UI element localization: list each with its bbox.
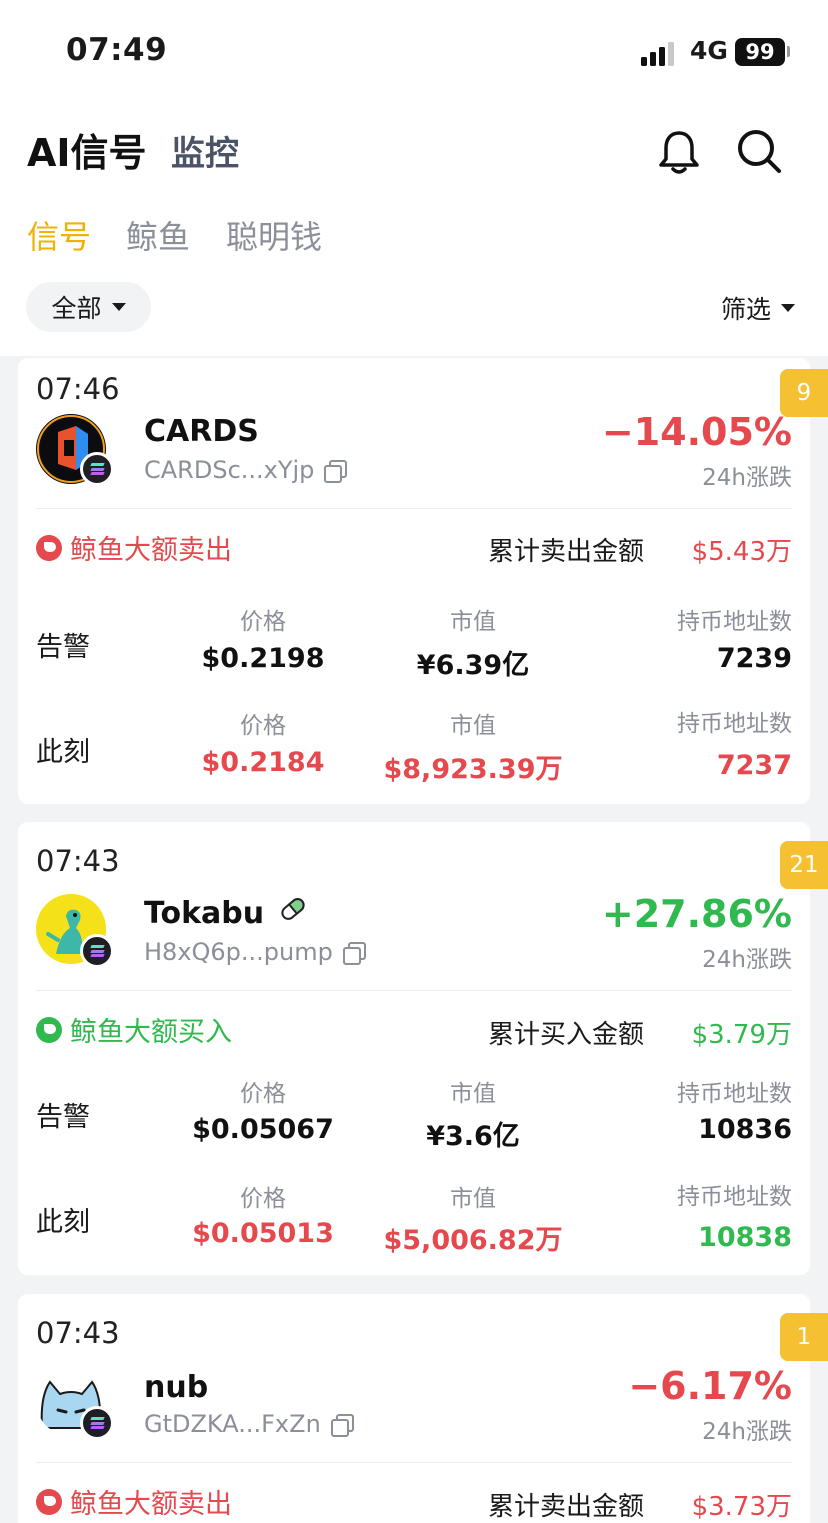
sum-label: 累计卖出金额 xyxy=(488,537,645,567)
category-dropdown-label: 全部 xyxy=(51,294,102,323)
token-address-text: H8xQ6p...pump xyxy=(144,938,333,966)
divider xyxy=(36,990,792,991)
battery-icon: 99 xyxy=(735,38,785,66)
category-dropdown[interactable]: 全部 xyxy=(26,282,151,332)
price-change-label: 24h涨跌 xyxy=(702,1419,792,1445)
now-holders: 7237 xyxy=(716,750,792,781)
whale-icon xyxy=(36,1016,62,1043)
network-label: 4G xyxy=(690,36,728,65)
status-time: 07:49 xyxy=(66,32,168,68)
caret-down-icon xyxy=(781,304,796,312)
token-address-text: CARDSc...xYjp xyxy=(144,456,315,484)
whale-icon xyxy=(36,534,62,561)
whale-action: 鲸鱼大额卖出 xyxy=(36,1482,232,1521)
signal-icon xyxy=(641,40,679,66)
alert-holders: 10836 xyxy=(698,1114,792,1145)
price-header: 价格 xyxy=(240,609,286,635)
sum-label: 累计买入金额 xyxy=(488,1020,645,1050)
signal-card[interactable]: 07:46 CARDS CARDSc...xYjp −14.05% 24h涨跌 … xyxy=(18,358,810,804)
sum-value: $5.43万 xyxy=(691,537,792,567)
signal-count-badge: 1 xyxy=(780,1313,828,1361)
tab-monitor[interactable]: 监控 xyxy=(171,126,239,175)
whale-action: 鲸鱼大额买入 xyxy=(36,1010,232,1049)
token-name: Tokabu xyxy=(144,894,308,932)
tab-ai-signal[interactable]: AI信号 xyxy=(27,122,147,177)
token-address: CARDSc...xYjp xyxy=(144,456,348,484)
caret-down-icon xyxy=(111,303,126,311)
divider xyxy=(36,508,792,509)
alert-row-label: 告警 xyxy=(36,1102,90,1133)
signal-time: 07:46 xyxy=(36,372,120,406)
mcap-header: 市值 xyxy=(450,1186,496,1212)
now-price: $0.05013 xyxy=(192,1218,334,1249)
now-price: $0.2184 xyxy=(201,747,325,778)
token-name-text: Tokabu xyxy=(144,895,265,931)
signal-card[interactable]: 07:43 nub GtDZKA...FxZn −6.17% 24h涨跌 鲸鱼大… xyxy=(18,1294,810,1523)
whale-action-text: 鲸鱼大额卖出 xyxy=(70,1489,232,1520)
price-header: 价格 xyxy=(240,1186,286,1212)
price-header: 价格 xyxy=(240,1081,286,1107)
whale-action: 鲸鱼大额卖出 xyxy=(36,528,232,567)
whale-icon xyxy=(36,1488,62,1515)
sum-value: $3.79万 xyxy=(691,1020,792,1050)
alert-price: $0.2198 xyxy=(201,643,325,674)
whale-action-text: 鲸鱼大额卖出 xyxy=(70,535,232,566)
token-name-text: nub xyxy=(144,1370,209,1405)
holders-header: 持币地址数 xyxy=(677,609,792,635)
holders-header: 持币地址数 xyxy=(677,711,792,737)
pill-icon xyxy=(278,894,308,932)
token-address: GtDZKA...FxZn xyxy=(144,1410,354,1438)
sum-label: 累计卖出金额 xyxy=(488,1492,645,1522)
divider xyxy=(36,1462,792,1463)
price-change: +27.86% xyxy=(601,892,792,936)
price-change: −14.05% xyxy=(601,410,792,454)
token-address: H8xQ6p...pump xyxy=(144,938,366,966)
alert-price: $0.05067 xyxy=(192,1114,334,1145)
copy-icon[interactable] xyxy=(342,942,366,965)
signal-count-badge: 21 xyxy=(780,841,828,889)
signal-time: 07:43 xyxy=(36,844,120,878)
alert-mcap: ¥3.6亿 xyxy=(426,1121,520,1152)
filter-dropdown[interactable]: 筛选 xyxy=(721,290,796,326)
copy-icon[interactable] xyxy=(330,1414,354,1437)
alert-mcap: ¥6.39亿 xyxy=(416,650,530,681)
now-row-label: 此刻 xyxy=(36,1207,90,1238)
now-row-label: 此刻 xyxy=(36,737,90,768)
sum-value: $3.73万 xyxy=(691,1492,792,1522)
holders-header: 持币地址数 xyxy=(677,1184,792,1210)
subtab-whale[interactable]: 鲸鱼 xyxy=(126,212,190,258)
price-change-label: 24h涨跌 xyxy=(702,465,792,491)
mcap-header: 市值 xyxy=(450,609,496,635)
signal-count-badge: 9 xyxy=(780,369,828,417)
mcap-header: 市值 xyxy=(450,713,496,739)
bell-icon[interactable] xyxy=(656,128,702,176)
token-address-text: GtDZKA...FxZn xyxy=(144,1410,321,1438)
signal-time: 07:43 xyxy=(36,1316,120,1350)
solana-chain-icon xyxy=(80,452,114,486)
battery-cap xyxy=(787,46,790,57)
token-name-text: CARDS xyxy=(144,414,259,449)
filter-label: 筛选 xyxy=(721,295,772,324)
now-mcap: $8,923.39万 xyxy=(383,754,563,785)
price-change: −6.17% xyxy=(628,1364,792,1408)
subtab-signal[interactable]: 信号 xyxy=(27,212,91,258)
signal-card[interactable]: 07:43 Tokabu H8xQ6p...pump +27.86% 24h涨跌… xyxy=(18,822,810,1275)
token-name: CARDS xyxy=(144,414,259,449)
now-holders: 10838 xyxy=(698,1222,792,1253)
price-header: 价格 xyxy=(240,713,286,739)
holders-header: 持币地址数 xyxy=(677,1081,792,1107)
price-change-label: 24h涨跌 xyxy=(702,947,792,973)
search-icon[interactable] xyxy=(734,126,784,176)
whale-action-text: 鲸鱼大额买入 xyxy=(70,1017,232,1048)
alert-holders: 7239 xyxy=(716,643,792,674)
solana-chain-icon xyxy=(80,1406,114,1440)
token-name: nub xyxy=(144,1370,208,1405)
subtab-smart-money[interactable]: 聪明钱 xyxy=(226,212,322,258)
mcap-header: 市值 xyxy=(450,1081,496,1107)
solana-chain-icon xyxy=(80,934,114,968)
copy-icon[interactable] xyxy=(324,460,348,483)
alert-row-label: 告警 xyxy=(36,632,90,663)
now-mcap: $5,006.82万 xyxy=(383,1225,563,1256)
